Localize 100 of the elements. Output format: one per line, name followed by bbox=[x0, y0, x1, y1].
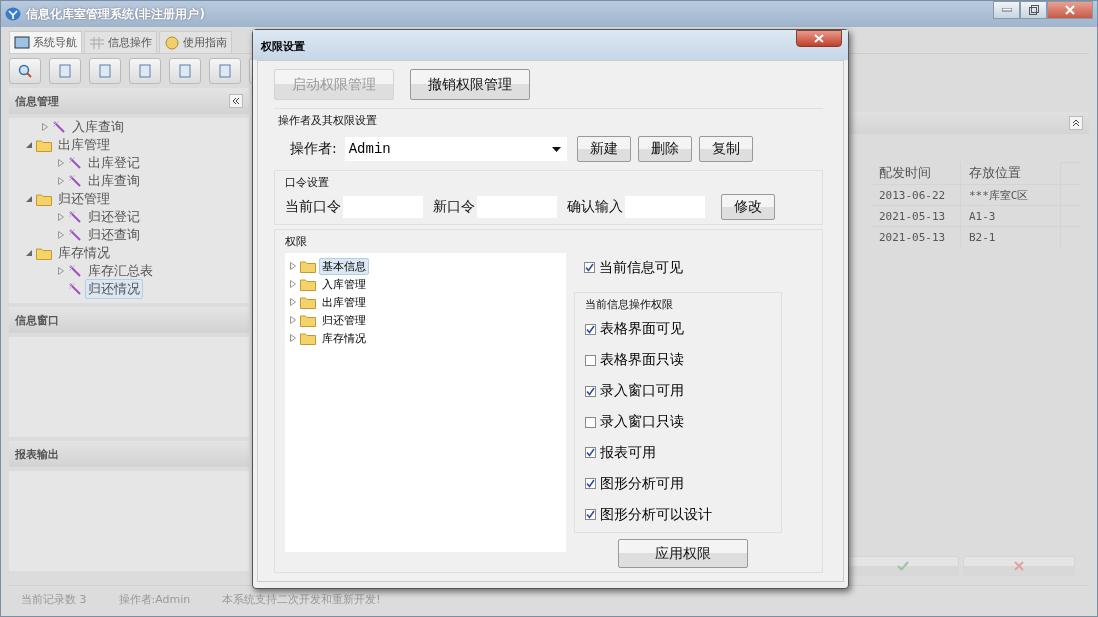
checkbox-label: 当前信息可见 bbox=[599, 258, 683, 277]
toolbar-button[interactable] bbox=[129, 58, 161, 84]
tree-item[interactable]: 归还查询 bbox=[85, 225, 143, 245]
collapsed-triangle-icon[interactable] bbox=[289, 280, 297, 288]
tab[interactable]: 信息操作 bbox=[84, 31, 157, 53]
group-label: 操作者及其权限设置 bbox=[278, 113, 378, 128]
app-logo-icon bbox=[5, 7, 21, 21]
checkbox[interactable] bbox=[585, 447, 596, 459]
tree-item[interactable]: 出库查询 bbox=[85, 171, 143, 191]
close-icon bbox=[1065, 5, 1075, 15]
checkbox-label: 表格界面可见 bbox=[600, 320, 684, 339]
group-label: 口令设置 bbox=[285, 175, 330, 190]
field-label: 操作者: bbox=[290, 140, 337, 158]
table-cell: 2021-05-13 bbox=[871, 226, 961, 247]
field-label: 新口令 bbox=[433, 198, 475, 216]
tab[interactable]: 使用指南 bbox=[159, 31, 232, 53]
collapsed-triangle-icon[interactable] bbox=[289, 262, 297, 270]
checkbox-label: 录入窗口只读 bbox=[600, 413, 684, 431]
tree-item[interactable]: 库存情况 bbox=[319, 329, 369, 347]
toolbar-button[interactable] bbox=[209, 58, 241, 84]
checkbox-label: 图形分析可用 bbox=[600, 474, 684, 493]
tree-item[interactable]: 归还登记 bbox=[85, 207, 143, 227]
collapsed-triangle-icon[interactable] bbox=[57, 213, 65, 221]
toolbar-button[interactable] bbox=[9, 58, 41, 84]
table-cell: A1-3 bbox=[961, 205, 1061, 226]
toolbar-button[interactable] bbox=[49, 58, 81, 84]
dialog-title: 权限设置 bbox=[261, 39, 305, 54]
tree-item[interactable]: 入库查询 bbox=[69, 118, 127, 137]
collapsed-triangle-icon[interactable] bbox=[57, 177, 65, 185]
expanded-triangle-icon[interactable] bbox=[25, 195, 33, 203]
checkmark-icon bbox=[897, 561, 909, 571]
close-button[interactable] bbox=[796, 30, 842, 47]
apply-button[interactable]: 应用权限 bbox=[618, 539, 748, 568]
wand-icon bbox=[68, 264, 82, 278]
folder-icon bbox=[300, 259, 316, 273]
status-text: 操作者:Admin bbox=[118, 591, 191, 607]
tree-item[interactable]: 归还管理 bbox=[319, 311, 369, 329]
status-text: 当前记录数 3 bbox=[21, 591, 87, 607]
wand-icon bbox=[68, 156, 82, 170]
tree-folder-label[interactable]: 归还管理 bbox=[55, 189, 113, 209]
close-icon bbox=[1014, 561, 1024, 571]
collapsed-triangle-icon[interactable] bbox=[289, 334, 297, 342]
expanded-triangle-icon[interactable] bbox=[25, 141, 33, 149]
tree-item[interactable]: 出库登记 bbox=[85, 153, 143, 173]
collapsed-triangle-icon[interactable] bbox=[289, 298, 297, 306]
checkbox[interactable] bbox=[585, 354, 596, 366]
tab[interactable]: 系统导航 bbox=[9, 31, 82, 53]
close-icon bbox=[814, 34, 824, 43]
close-button[interactable] bbox=[1047, 1, 1093, 19]
dropdown-arrow-icon bbox=[551, 146, 561, 152]
collapsed-triangle-icon[interactable] bbox=[57, 267, 65, 275]
column-header[interactable]: 存放位置 bbox=[961, 162, 1061, 184]
folder-icon bbox=[300, 295, 316, 309]
wand-icon bbox=[68, 174, 82, 188]
tree-item[interactable]: 归还情况 bbox=[85, 279, 143, 299]
folder-icon bbox=[36, 138, 52, 152]
collapsed-triangle-icon[interactable] bbox=[57, 231, 65, 239]
checkbox[interactable] bbox=[585, 478, 596, 490]
window-title: 信息化库室管理系统(非注册用户) bbox=[26, 5, 205, 23]
collapsed-triangle-icon[interactable] bbox=[41, 123, 49, 131]
toolbar-button[interactable] bbox=[169, 58, 201, 84]
double-chevron-up-icon[interactable] bbox=[1069, 116, 1083, 130]
toolbar-button[interactable] bbox=[89, 58, 121, 84]
section-title: 信息窗口 bbox=[15, 312, 59, 328]
tree-item[interactable]: 基本信息 bbox=[319, 257, 369, 275]
wand-icon bbox=[68, 210, 82, 224]
section-title: 报表输出 bbox=[15, 446, 59, 462]
collapsed-triangle-icon[interactable] bbox=[289, 316, 297, 324]
wand-icon bbox=[52, 120, 66, 134]
checkbox[interactable] bbox=[584, 262, 595, 273]
checkbox[interactable] bbox=[585, 323, 596, 335]
expanded-triangle-icon[interactable] bbox=[25, 249, 33, 257]
table-cell: 2013-06-22 bbox=[871, 184, 961, 205]
grid-icon bbox=[89, 35, 105, 50]
collapsed-triangle-icon[interactable] bbox=[57, 159, 65, 167]
restore-button[interactable] bbox=[1020, 1, 1047, 19]
checkbox[interactable] bbox=[585, 416, 596, 428]
clock-icon bbox=[164, 35, 180, 50]
operator-dropdown[interactable]: Admin bbox=[344, 137, 567, 161]
checkbox[interactable] bbox=[585, 509, 596, 521]
table-cell: B2-1 bbox=[961, 226, 1061, 247]
checkbox-label: 图形分析可以设计 bbox=[600, 505, 712, 524]
confirm-button[interactable] bbox=[847, 556, 959, 576]
group-label: 当前信息操作权限 bbox=[585, 297, 674, 312]
tree-folder-label[interactable]: 库存情况 bbox=[55, 243, 113, 263]
column-header[interactable]: 配发时间 bbox=[871, 162, 961, 184]
checkbox[interactable] bbox=[585, 385, 596, 397]
folder-icon bbox=[300, 277, 316, 291]
tree-folder-label[interactable]: 出库管理 bbox=[55, 135, 113, 155]
modify-button[interactable]: 修改 bbox=[721, 194, 775, 220]
action-button[interactable]: 删除 bbox=[637, 136, 692, 162]
action-button[interactable]: 撤销权限管理 bbox=[410, 69, 530, 100]
table-cell: ***库室C区 bbox=[961, 184, 1061, 205]
tree-item[interactable]: 入库管理 bbox=[319, 275, 369, 293]
action-button[interactable]: 新建 bbox=[576, 136, 631, 162]
action-button[interactable]: 复制 bbox=[698, 136, 753, 162]
tree-item[interactable]: 库存汇总表 bbox=[85, 261, 156, 281]
tree-item[interactable]: 出库管理 bbox=[319, 293, 369, 311]
wand-icon bbox=[68, 228, 82, 242]
double-chevron-left-icon[interactable] bbox=[229, 94, 243, 108]
